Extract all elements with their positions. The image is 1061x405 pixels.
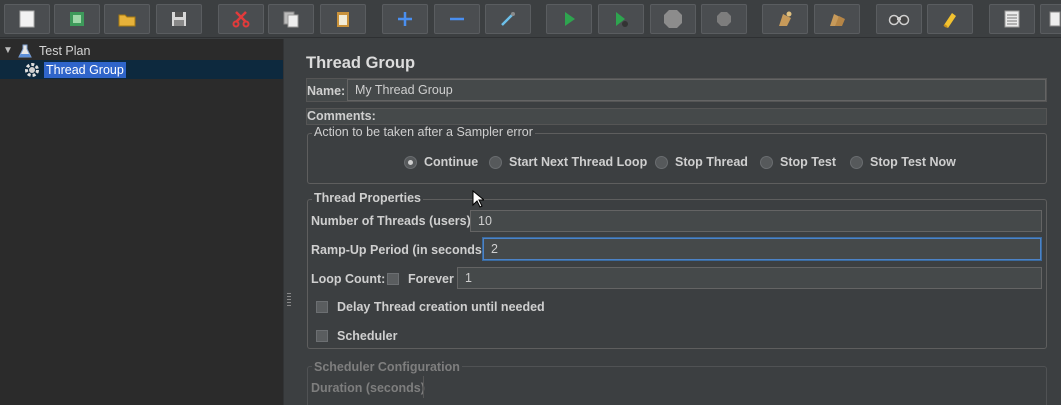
clear-all-button[interactable] (814, 4, 860, 34)
paste-icon (337, 12, 349, 27)
radio-stop-test-now[interactable]: Stop Test Now (850, 155, 956, 169)
comments-row (306, 108, 1047, 125)
start-icon (565, 12, 575, 26)
cut-button[interactable] (218, 4, 264, 34)
templates-button[interactable] (54, 4, 100, 34)
expand-toggle-icon[interactable]: ▼ (3, 45, 15, 56)
gear-icon (25, 62, 39, 77)
shutdown-icon (717, 12, 731, 26)
paste-button[interactable] (320, 4, 366, 34)
search-button[interactable] (876, 4, 922, 34)
templates-icon (70, 12, 84, 26)
radio-stop-test[interactable]: Stop Test (760, 155, 836, 169)
scheduler-checkbox[interactable]: Scheduler (316, 329, 397, 343)
new-icon (19, 10, 35, 28)
radio-icon (489, 155, 502, 169)
threads-label: Number of Threads (users): (311, 214, 475, 228)
clear-icon (779, 11, 792, 26)
collapse-button[interactable] (434, 4, 480, 34)
save-button[interactable] (156, 4, 202, 34)
checkbox-icon (316, 301, 328, 313)
radio-icon (850, 155, 863, 169)
rampup-label: Ramp-Up Period (in seconds): (311, 243, 491, 257)
thread-group-panel: Thread Group Name: My Thread Group Comme… (294, 39, 1061, 405)
start-button[interactable] (546, 4, 592, 34)
start-no-pauses-icon (616, 12, 628, 27)
reset-search-icon (943, 13, 956, 28)
sampler-error-group: Action to be taken after a Sampler error… (307, 125, 1047, 184)
toggle-button[interactable] (485, 4, 531, 34)
flask-icon (18, 44, 32, 57)
loop-count-field[interactable]: 1 (457, 267, 1042, 289)
scheduler-label: Scheduler (337, 329, 398, 343)
checkbox-icon (387, 273, 399, 285)
name-label: Name: (307, 84, 346, 98)
name-field[interactable]: My Thread Group (347, 79, 1046, 101)
scheduler-config-title: Scheduler Configuration (312, 360, 462, 374)
test-plan-tree: ▼ Test Plan Thread Group (0, 39, 283, 405)
radio-label: Stop Test Now (870, 155, 956, 169)
open-icon (118, 14, 136, 27)
radio-start-next-thread-loop[interactable]: Start Next Thread Loop (489, 155, 647, 169)
function-helper-button[interactable] (989, 4, 1035, 34)
expand-icon (398, 12, 412, 26)
threads-field[interactable]: 10 (470, 210, 1042, 232)
toggle-icon (501, 12, 515, 26)
comments-label: Comments: (307, 109, 376, 123)
rampup-field[interactable]: 2 (483, 238, 1041, 260)
clear-all-icon (830, 14, 845, 26)
tree-item-thread-group[interactable]: Thread Group (0, 60, 283, 79)
radio-continue[interactable]: Continue (404, 155, 478, 169)
function-helper-icon (1004, 10, 1020, 28)
loop-count-label: Loop Count: (311, 272, 386, 286)
radio-icon (655, 155, 668, 169)
checkbox-icon (316, 330, 328, 342)
sampler-error-title: Action to be taken after a Sampler error (312, 125, 535, 139)
tree-item-test-plan[interactable]: ▼ Test Plan (0, 41, 92, 60)
forever-checkbox[interactable]: Forever (387, 272, 454, 286)
delay-thread-checkbox[interactable]: Delay Thread creation until needed (316, 300, 545, 314)
radio-selected-icon (404, 155, 417, 169)
start-no-pauses-button[interactable] (598, 4, 644, 34)
radio-icon (760, 155, 773, 169)
panel-splitter[interactable] (283, 39, 294, 405)
delay-thread-label: Delay Thread creation until needed (337, 300, 545, 314)
search-icon (888, 14, 910, 26)
tree-item-label: Thread Group (44, 61, 126, 78)
splitter-grip-icon[interactable] (287, 293, 291, 307)
radio-stop-thread[interactable]: Stop Thread (655, 155, 748, 169)
shutdown-button[interactable] (701, 4, 747, 34)
panel-icon (1049, 11, 1061, 27)
expand-button[interactable] (382, 4, 428, 34)
tree-item-label: Test Plan (39, 43, 91, 58)
clear-button[interactable] (762, 4, 808, 34)
collapse-icon (450, 17, 464, 21)
mouse-cursor-icon (472, 190, 484, 208)
stop-icon (664, 10, 682, 28)
stop-button[interactable] (650, 4, 696, 34)
forever-label: Forever (408, 272, 454, 286)
radio-label: Continue (424, 155, 479, 169)
cut-icon (232, 11, 250, 28)
reset-search-button[interactable] (927, 4, 973, 34)
duration-divider (423, 376, 424, 398)
save-icon (172, 12, 186, 26)
open-button[interactable] (104, 4, 150, 34)
radio-label: Start Next Thread Loop (509, 155, 648, 169)
new-button[interactable] (4, 4, 50, 34)
more-button[interactable] (1040, 4, 1061, 34)
radio-label: Stop Test (780, 155, 837, 169)
page-title: Thread Group (306, 54, 416, 72)
toolbar (0, 0, 1061, 38)
thread-properties-title: Thread Properties (312, 191, 423, 205)
copy-icon (283, 11, 299, 28)
copy-button[interactable] (268, 4, 314, 34)
duration-label: Duration (seconds) (311, 381, 425, 395)
radio-label: Stop Thread (675, 155, 748, 169)
